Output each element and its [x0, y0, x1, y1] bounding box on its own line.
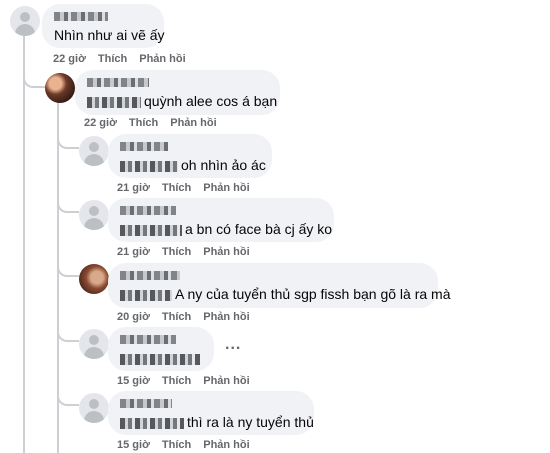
- like-button[interactable]: Thích: [129, 117, 158, 129]
- author-name-redacted[interactable]: [120, 335, 202, 349]
- reply-button[interactable]: Phản hồi: [203, 439, 249, 451]
- redacted-mention: [120, 224, 182, 236]
- like-button[interactable]: Thích: [162, 311, 191, 323]
- comment-bubble: oh nhìn ảo ác: [108, 134, 272, 178]
- reply-button[interactable]: Phản hồi: [203, 182, 249, 194]
- comment-time[interactable]: 21 giờ: [117, 182, 150, 194]
- thread-connector: [57, 325, 79, 342]
- avatar[interactable]: [79, 393, 109, 423]
- like-button[interactable]: Thích: [162, 182, 191, 194]
- comment-body: thì ra là ny tuyển thủ: [120, 413, 314, 431]
- comment-actions: 15 giờ Thích Phản hồi: [117, 375, 250, 387]
- comment-time[interactable]: 22 giờ: [84, 117, 117, 129]
- avatar[interactable]: [45, 73, 75, 103]
- like-button[interactable]: Thích: [162, 246, 191, 258]
- redacted-mention: [120, 417, 184, 429]
- comment-time[interactable]: 15 giờ: [117, 439, 150, 451]
- thread-connector: [57, 132, 79, 149]
- comment-body: a bn có face bà cj ấy ko: [120, 220, 332, 238]
- author-name-redacted[interactable]: [54, 12, 152, 26]
- avatar[interactable]: [79, 329, 109, 359]
- comment-text: thì ra là ny tuyển thủ: [187, 414, 314, 430]
- reply-button[interactable]: Phản hồi: [203, 311, 249, 323]
- redacted-mention: [87, 96, 141, 108]
- reply-button[interactable]: Phản hồi: [139, 53, 185, 65]
- comment-actions: 22 giờ Thích Phản hồi: [53, 53, 186, 65]
- comment-body: [120, 349, 202, 367]
- comment-text: A ny của tuyển thủ sgp fissh bạn gõ là r…: [175, 286, 451, 302]
- thread-connector: [57, 389, 79, 406]
- comment-body: A ny của tuyển thủ sgp fissh bạn gõ là r…: [120, 285, 451, 303]
- author-name-redacted[interactable]: [87, 78, 268, 92]
- more-options-button[interactable]: ...: [225, 336, 241, 354]
- comment-actions: 21 giờ Thích Phản hồi: [117, 182, 250, 194]
- avatar[interactable]: [79, 136, 109, 166]
- author-name-redacted[interactable]: [120, 399, 302, 413]
- reply-button[interactable]: Phản hồi: [170, 117, 216, 129]
- comment-actions: 20 giờ Thích Phản hồi: [117, 311, 250, 323]
- comment-text: Nhìn như ai vẽ ấy: [54, 27, 165, 43]
- comment-time[interactable]: 20 giờ: [117, 311, 150, 323]
- thread-connector: [57, 260, 79, 277]
- comment-actions: 15 giờ Thích Phản hồi: [117, 439, 250, 451]
- avatar[interactable]: [10, 6, 40, 36]
- comment-time[interactable]: 22 giờ: [53, 53, 86, 65]
- author-name-redacted[interactable]: [120, 271, 426, 285]
- author-name-redacted[interactable]: [120, 142, 260, 156]
- like-button[interactable]: Thích: [98, 53, 127, 65]
- comment-bubble: A ny của tuyển thủ sgp fissh bạn gõ là r…: [108, 263, 451, 308]
- redacted-mention: [120, 160, 178, 172]
- comment-text: a bn có face bà cj ấy ko: [185, 221, 333, 237]
- comment-bubble: thì ra là ny tuyển thủ: [108, 391, 314, 435]
- reply-button[interactable]: Phản hồi: [203, 246, 249, 258]
- thread-connector: [23, 70, 45, 88]
- reply-button[interactable]: Phản hồi: [203, 375, 249, 387]
- like-button[interactable]: Thích: [162, 439, 191, 451]
- comment-bubble: Nhìn như ai vẽ ấy: [42, 4, 165, 48]
- comment-bubble: quỳnh alee cos á bạn: [75, 70, 280, 115]
- comment-body: oh nhìn ảo ác: [120, 156, 266, 174]
- comment-bubble: [108, 327, 214, 371]
- like-button[interactable]: Thích: [162, 375, 191, 387]
- redacted-mention: [120, 289, 172, 301]
- comment-text: oh nhìn ảo ác: [181, 157, 266, 173]
- thread-connector: [57, 196, 79, 213]
- avatar[interactable]: [79, 264, 109, 294]
- comment-time[interactable]: 21 giờ: [117, 246, 150, 258]
- thread-line-main: [23, 36, 25, 453]
- avatar[interactable]: [79, 200, 109, 230]
- comment-body: quỳnh alee cos á bạn: [87, 92, 277, 110]
- comment-time[interactable]: 15 giờ: [117, 375, 150, 387]
- redacted-text: [120, 353, 200, 365]
- author-name-redacted[interactable]: [120, 206, 322, 220]
- comment-text: quỳnh alee cos á bạn: [144, 93, 278, 109]
- comment-bubble: a bn có face bà cj ấy ko: [108, 198, 334, 242]
- comment-actions: 22 giờ Thích Phản hồi: [84, 117, 217, 129]
- comment-actions: 21 giờ Thích Phản hồi: [117, 246, 250, 258]
